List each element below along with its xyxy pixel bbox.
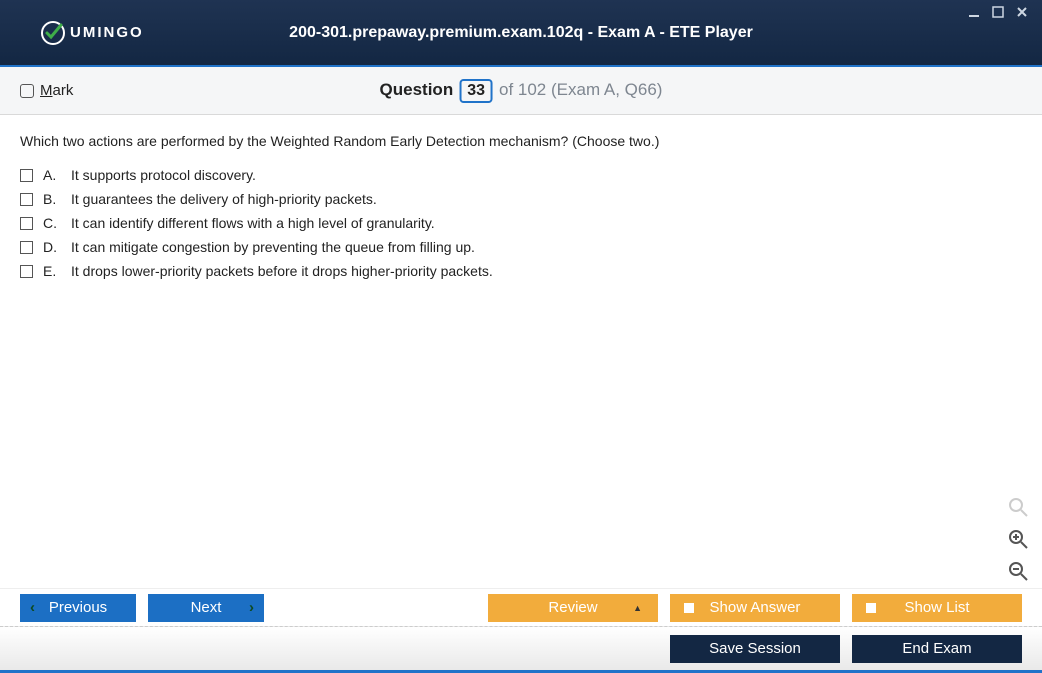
close-icon[interactable]: [1016, 6, 1032, 18]
maximize-icon[interactable]: [992, 6, 1008, 18]
question-info-bar: Mark Question 33 of 102 (Exam A, Q66): [0, 67, 1042, 115]
logo-check-icon: [40, 20, 66, 46]
nav-button-row: ‹Previous Next› Review▲ Show Answer Show…: [0, 588, 1042, 626]
mark-toggle[interactable]: Mark: [20, 82, 73, 99]
answer-option[interactable]: E. It drops lower-priority packets befor…: [20, 263, 1022, 279]
window-controls: [968, 6, 1032, 18]
question-number: 33: [459, 79, 493, 103]
zoom-out-icon[interactable]: [1006, 559, 1030, 583]
answer-letter: C.: [43, 215, 61, 231]
search-icon[interactable]: [1006, 495, 1030, 519]
square-icon: [866, 603, 876, 613]
triangle-up-icon: ▲: [633, 603, 642, 613]
question-text: Which two actions are performed by the W…: [20, 133, 1022, 149]
next-button[interactable]: Next›: [148, 594, 264, 622]
answer-option[interactable]: D. It can mitigate congestion by prevent…: [20, 239, 1022, 255]
answer-option[interactable]: B. It guarantees the delivery of high-pr…: [20, 191, 1022, 207]
session-button-row: Save Session End Exam: [0, 626, 1042, 670]
answer-checkbox[interactable]: [20, 265, 33, 278]
question-content: Which two actions are performed by the W…: [0, 115, 1042, 573]
answer-letter: E.: [43, 263, 61, 279]
question-context: of 102 (Exam A, Q66): [499, 80, 662, 100]
square-icon: [684, 603, 694, 613]
answer-letter: D.: [43, 239, 61, 255]
answer-text: It guarantees the delivery of high-prior…: [71, 191, 377, 207]
brand-text: UMINGO: [70, 24, 144, 41]
question-position: Question 33 of 102 (Exam A, Q66): [380, 79, 663, 103]
title-bar: UMINGO 200-301.prepaway.premium.exam.102…: [0, 0, 1042, 67]
answer-checkbox[interactable]: [20, 241, 33, 254]
answer-option[interactable]: C. It can identify different flows with …: [20, 215, 1022, 231]
answer-option[interactable]: A. It supports protocol discovery.: [20, 167, 1022, 183]
zoom-in-icon[interactable]: [1006, 527, 1030, 551]
end-exam-button[interactable]: End Exam: [852, 635, 1022, 663]
answer-checkbox[interactable]: [20, 217, 33, 230]
answer-text: It can identify different flows with a h…: [71, 215, 435, 231]
zoom-tools: [1006, 495, 1030, 583]
show-answer-button[interactable]: Show Answer: [670, 594, 840, 622]
answer-checkbox[interactable]: [20, 169, 33, 182]
mark-checkbox[interactable]: [20, 84, 34, 98]
answer-text: It can mitigate congestion by preventing…: [71, 239, 475, 255]
minimize-icon[interactable]: [968, 6, 984, 18]
footer: ‹Previous Next› Review▲ Show Answer Show…: [0, 588, 1042, 673]
previous-button[interactable]: ‹Previous: [20, 594, 136, 622]
show-list-button[interactable]: Show List: [852, 594, 1022, 622]
answer-text: It drops lower-priority packets before i…: [71, 263, 493, 279]
answer-text: It supports protocol discovery.: [71, 167, 256, 183]
mark-label: Mark: [40, 82, 73, 99]
window-title: 200-301.prepaway.premium.exam.102q - Exa…: [289, 24, 753, 42]
save-session-button[interactable]: Save Session: [670, 635, 840, 663]
answers-list: A. It supports protocol discovery. B. It…: [20, 167, 1022, 279]
answer-letter: B.: [43, 191, 61, 207]
answer-checkbox[interactable]: [20, 193, 33, 206]
review-button[interactable]: Review▲: [488, 594, 658, 622]
app-logo: UMINGO: [40, 20, 144, 46]
question-word: Question: [380, 80, 454, 100]
answer-letter: A.: [43, 167, 61, 183]
